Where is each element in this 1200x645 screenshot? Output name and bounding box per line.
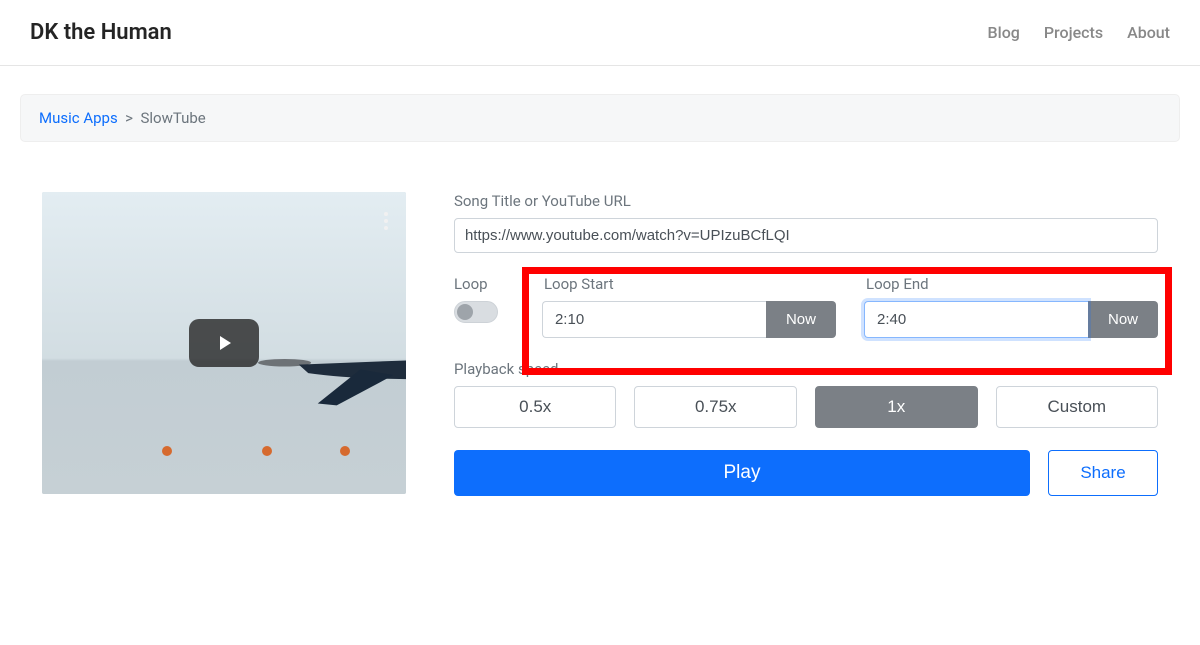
speed-075x-button[interactable]: 0.75x (634, 386, 797, 428)
more-options-icon[interactable] (384, 212, 388, 230)
decorative-dot (162, 446, 172, 456)
breadcrumb: Music Apps > SlowTube (20, 94, 1180, 142)
play-icon[interactable] (189, 319, 259, 367)
decorative-dot (340, 446, 350, 456)
speed-1x-button[interactable]: 1x (815, 386, 978, 428)
url-input[interactable] (454, 218, 1158, 253)
toggle-knob (457, 304, 473, 320)
loop-end-input[interactable] (864, 301, 1088, 338)
nav-blog[interactable]: Blog (988, 23, 1020, 42)
decorative-dot (262, 446, 272, 456)
loop-start-now-button[interactable]: Now (766, 301, 836, 338)
video-player[interactable] (42, 192, 406, 494)
nav-projects[interactable]: Projects (1044, 23, 1103, 42)
loop-toggle[interactable] (454, 301, 498, 323)
share-button[interactable]: Share (1048, 450, 1158, 496)
playback-speed-label: Playback speed (454, 360, 1158, 378)
breadcrumb-current: SlowTube (140, 109, 205, 127)
site-title[interactable]: DK the Human (30, 20, 172, 45)
speed-05x-button[interactable]: 0.5x (454, 386, 617, 428)
main-nav: Blog Projects About (988, 23, 1170, 42)
play-button[interactable]: Play (454, 450, 1030, 496)
video-thumbnail-subject (248, 322, 406, 412)
breadcrumb-separator: > (125, 109, 133, 127)
loop-label: Loop (454, 275, 514, 293)
loop-end-now-button[interactable]: Now (1088, 301, 1158, 338)
loop-start-input[interactable] (542, 301, 766, 338)
loop-start-label: Loop Start (544, 275, 836, 293)
loop-end-label: Loop End (866, 275, 1158, 293)
nav-about[interactable]: About (1127, 23, 1170, 42)
url-label: Song Title or YouTube URL (454, 192, 1158, 210)
breadcrumb-parent[interactable]: Music Apps (39, 109, 118, 127)
speed-custom-button[interactable]: Custom (996, 386, 1159, 428)
